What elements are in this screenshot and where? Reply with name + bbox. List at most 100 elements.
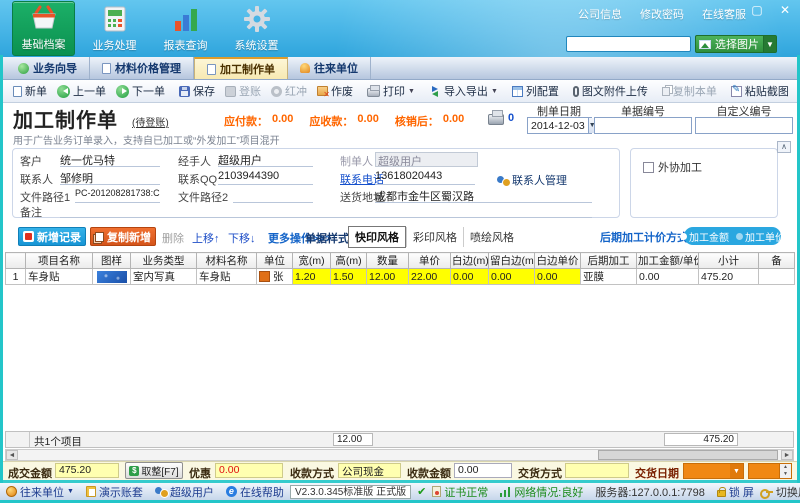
void-button[interactable]: 作废 bbox=[312, 83, 358, 99]
cell-post-process[interactable]: 亚膜 bbox=[580, 268, 637, 285]
cell-remark[interactable] bbox=[758, 268, 795, 285]
close-button[interactable]: ✕ bbox=[776, 3, 794, 17]
statusbar-account-set[interactable]: 演示账套 bbox=[85, 484, 143, 500]
next-order-button[interactable]: 下一单 bbox=[111, 83, 170, 99]
nav-business-process[interactable]: 业务处理 bbox=[83, 1, 146, 56]
cell-process-amount[interactable]: 0.00 bbox=[636, 268, 699, 285]
order-date-combo[interactable]: 2014-12-03 ▼ bbox=[527, 117, 596, 134]
scrollbar-thumb[interactable] bbox=[598, 450, 778, 460]
receivable-value: 0.00 bbox=[357, 113, 379, 125]
cell-qty[interactable]: 12.00 bbox=[366, 268, 409, 285]
customer-label: 客户 bbox=[20, 156, 42, 168]
outsource-checkbox[interactable] bbox=[643, 162, 654, 173]
import-export-dropdown-arrow[interactable]: ▼ bbox=[491, 88, 498, 95]
style-inkjet[interactable]: 喷绘风格 bbox=[463, 226, 520, 247]
cell-image[interactable] bbox=[92, 268, 131, 285]
nav-basic-archive[interactable]: 基础档案 bbox=[12, 1, 75, 56]
statusbar-online-help[interactable]: e 在线帮助 bbox=[225, 484, 284, 500]
printer-icon[interactable] bbox=[488, 110, 504, 125]
tab-business-contacts[interactable]: 往来单位 bbox=[288, 57, 371, 79]
style-quickprint[interactable]: 快印风格 bbox=[348, 225, 406, 248]
scroll-right-arrow[interactable]: ► bbox=[781, 450, 793, 460]
cell-subtotal[interactable]: 475.20 bbox=[698, 268, 759, 285]
discount-label: 优惠 bbox=[189, 468, 211, 480]
delivery-address-field[interactable]: 成都市金牛区蜀汉路 bbox=[375, 188, 592, 203]
statusbar-contacts-button[interactable]: 往来单位 ▼ bbox=[6, 484, 74, 500]
post-account-button[interactable]: 登账 bbox=[220, 83, 266, 99]
statusbar-current-user[interactable]: 超级用户 bbox=[154, 484, 214, 500]
pick-image-dropdown[interactable]: ▼ bbox=[763, 36, 776, 52]
column-config-button[interactable]: 列配置 bbox=[507, 83, 564, 99]
red-reverse-button[interactable]: 红冲 bbox=[266, 83, 312, 99]
nav-system-settings[interactable]: 系统设置 bbox=[225, 1, 288, 56]
maximize-button[interactable]: ▢ bbox=[748, 3, 766, 17]
copy-order-button[interactable]: 复制本单 bbox=[657, 83, 722, 99]
move-up-link[interactable]: 上移↑ bbox=[192, 230, 220, 246]
deal-amount-input[interactable]: 475.20 bbox=[55, 463, 119, 478]
contact-field[interactable]: 邹修明 bbox=[60, 170, 160, 185]
cell-business-type[interactable]: 室内写真 bbox=[130, 268, 197, 285]
collapse-panel-button[interactable]: ∧ bbox=[777, 141, 791, 153]
cell-unit[interactable]: 张 bbox=[256, 268, 293, 285]
switch-user-button[interactable]: 切换用户 bbox=[759, 484, 800, 500]
new-order-button[interactable]: 新单 bbox=[8, 83, 52, 99]
style-colorprint[interactable]: 彩印风格 bbox=[406, 226, 463, 247]
print-dropdown-arrow[interactable]: ▼ bbox=[408, 88, 415, 95]
copy-add-button[interactable]: 复制新增 bbox=[90, 227, 156, 246]
cell-white-edge[interactable]: 0.00 bbox=[450, 268, 489, 285]
company-info-link[interactable]: 公司信息 bbox=[578, 6, 622, 22]
save-button[interactable]: 保存 bbox=[174, 83, 220, 99]
pay-method-input[interactable]: 公司现金 bbox=[338, 463, 401, 478]
contact-manage-button[interactable]: 联系人管理 bbox=[497, 172, 567, 188]
received-amount-label: 收款金额 bbox=[407, 468, 451, 480]
lock-screen-button[interactable]: 锁 屏 bbox=[716, 484, 754, 500]
cell-width[interactable]: 1.20 bbox=[292, 268, 331, 285]
doc-number-input[interactable] bbox=[594, 117, 692, 134]
delete-row-link[interactable]: 删除 bbox=[162, 230, 184, 246]
prev-order-button[interactable]: 上一单 bbox=[52, 83, 111, 99]
cell-item-name[interactable]: 车身贴 bbox=[25, 268, 93, 285]
round-button[interactable]: $ 取整[F7] bbox=[125, 462, 183, 479]
delivery-time-spinner[interactable]: ▲ ▼ bbox=[748, 463, 792, 479]
app-window: 基础档案 业务处理 报表查询 系统设置 公司信息 修改密码 在线客服 ─ ▢ ✕… bbox=[0, 0, 800, 503]
change-password-link[interactable]: 修改密码 bbox=[640, 6, 684, 22]
cell-price[interactable]: 22.00 bbox=[408, 268, 451, 285]
add-record-button[interactable]: 新增记录 bbox=[18, 227, 86, 246]
import-export-button[interactable]: 导入导出 ▼ bbox=[424, 83, 503, 99]
file-path1-field[interactable]: PC-201208281738:C:\Users bbox=[75, 188, 160, 203]
tab-processing-order[interactable]: 加工制作单 bbox=[194, 57, 288, 79]
attachment-upload-button[interactable]: 图文附件上传 bbox=[568, 83, 653, 99]
qq-field[interactable]: 2103944390 bbox=[218, 170, 313, 185]
print-button[interactable]: 打印 ▼ bbox=[362, 83, 420, 99]
horizontal-scrollbar[interactable]: ◄ ► bbox=[5, 449, 794, 461]
cell-reserved-edge[interactable]: 0.00 bbox=[488, 268, 535, 285]
scroll-left-arrow[interactable]: ◄ bbox=[6, 450, 18, 460]
discount-input[interactable]: 0.00 bbox=[215, 463, 283, 478]
move-down-link[interactable]: 下移↓ bbox=[228, 230, 256, 246]
file-path2-field[interactable] bbox=[233, 188, 313, 203]
pricing-unitprice-option[interactable]: 加工单价 bbox=[736, 229, 785, 244]
customer-field[interactable]: 统一优马特 bbox=[60, 152, 160, 167]
phone-field[interactable]: 13618020443 bbox=[375, 170, 475, 185]
handler-field[interactable]: 超级用户 bbox=[218, 152, 313, 167]
copy-icon bbox=[661, 86, 670, 96]
tab-business-wizard[interactable]: 业务向导 bbox=[6, 57, 90, 79]
image-search-input[interactable] bbox=[566, 36, 691, 52]
spinner-arrows[interactable]: ▲ ▼ bbox=[779, 464, 791, 478]
chevron-down-icon[interactable]: ▼ bbox=[730, 464, 743, 478]
pick-image-button[interactable]: 选择图片 ▼ bbox=[695, 35, 777, 53]
custom-number-input[interactable] bbox=[695, 117, 793, 134]
delivery-date-combo[interactable]: ▼ bbox=[683, 463, 744, 479]
tab-material-price[interactable]: 材料价格管理 bbox=[90, 57, 194, 79]
cell-edge-price[interactable]: 0.00 bbox=[534, 268, 581, 285]
paste-screenshot-button[interactable]: 粘贴截图 bbox=[726, 83, 794, 99]
pricing-amount-option[interactable]: 加工金额 bbox=[680, 229, 729, 244]
nav-report-query[interactable]: 报表查询 bbox=[154, 1, 217, 56]
minimize-button[interactable]: ─ bbox=[720, 3, 738, 17]
cell-height[interactable]: 1.50 bbox=[330, 268, 367, 285]
payable-label: 应付款： bbox=[224, 116, 268, 128]
note-field[interactable] bbox=[60, 203, 592, 218]
delivery-method-input[interactable] bbox=[565, 463, 629, 478]
received-amount-input[interactable]: 0.00 bbox=[454, 463, 512, 478]
cell-material[interactable]: 车身贴 bbox=[196, 268, 257, 285]
